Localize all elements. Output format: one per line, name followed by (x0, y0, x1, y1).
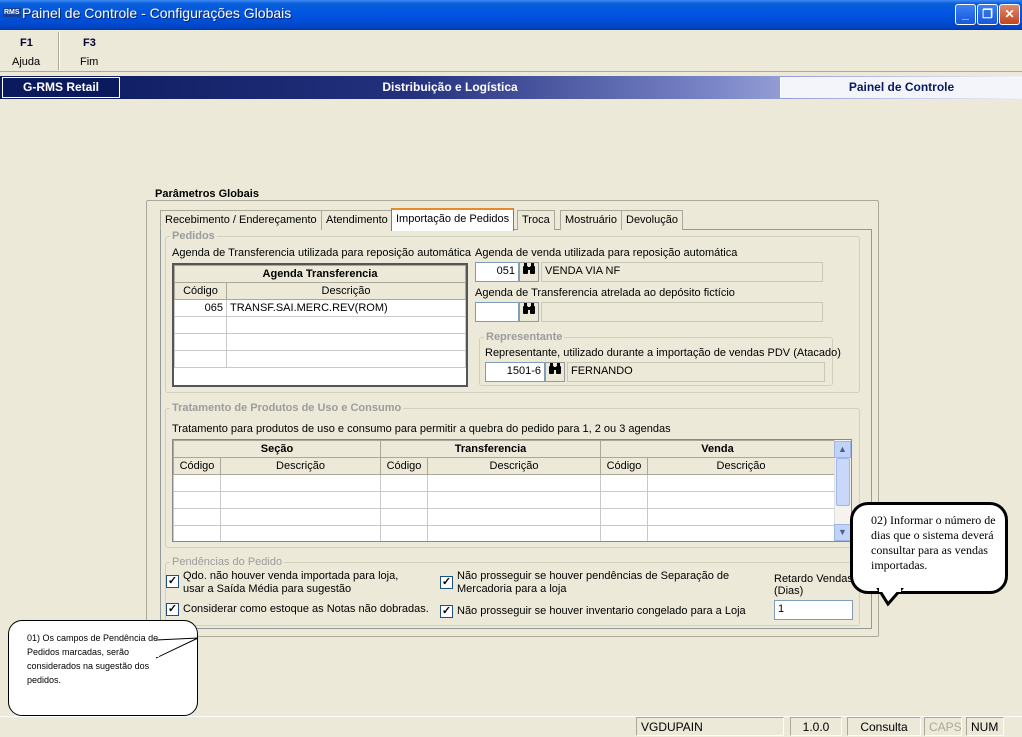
col-venda-codigo: Código (600, 457, 648, 475)
exit-button[interactable]: F3 Fim (64, 33, 116, 70)
screen-name: Painel de Controle (780, 77, 1022, 98)
col-secao-descricao: Descrição (220, 457, 381, 475)
representante-label: Representante, utilizado durante a impor… (485, 347, 841, 359)
pendencias-group-title: Pendências do Pedido (170, 556, 285, 568)
chk-notas-label: Considerar como estoque as Notas não dob… (183, 603, 429, 615)
pedidos-group-title: Pedidos (170, 230, 217, 242)
ficticio-codigo-input[interactable] (475, 302, 519, 322)
table-row[interactable]: 065 TRANSF.SAI.MERC.REV(ROM) (174, 299, 466, 317)
tratamento-group-title: Tratamento de Produtos de Uso e Consumo (170, 402, 404, 414)
callout-retardo-text: 02) Informar o número de dias que o sist… (871, 513, 996, 572)
binoculars-icon (522, 303, 536, 318)
group-secao: Seção (173, 440, 381, 458)
help-label: Ajuda (12, 56, 41, 68)
module-name: Distribuição e Logística (382, 80, 518, 94)
venda-agenda-label: Agenda de venda utilizada para reposição… (475, 247, 738, 259)
table-row[interactable] (174, 333, 466, 351)
binoculars-icon (548, 363, 562, 378)
status-user: VGDUPAIN (636, 717, 784, 736)
scroll-thumb[interactable] (836, 458, 850, 506)
col-transf-codigo: Código (380, 457, 428, 475)
tab-mostruario[interactable]: Mostruário (560, 210, 622, 230)
representante-group-title: Representante (484, 331, 565, 343)
tab-atendimento[interactable]: Atendimento (321, 210, 393, 230)
status-num: NUM (966, 717, 1004, 736)
col-transf-descricao: Descrição (427, 457, 601, 475)
status-version: 1.0.0 (790, 717, 842, 736)
window-title: Painel de Controle - Configurações Globa… (22, 5, 292, 21)
transfer-agenda-label: Agenda de Transferencia utilizada para r… (172, 247, 472, 259)
scroll-down-icon[interactable]: ▼ (834, 524, 851, 541)
close-button[interactable]: ✕ (999, 4, 1020, 25)
tratamento-grid[interactable]: Seção Transferencia Venda Código Descriç… (172, 439, 852, 542)
exit-key: F3 (83, 37, 96, 49)
group-venda: Venda (600, 440, 835, 458)
callout-pendencias: 01) Os campos de Pendência de Pedidos ma… (8, 620, 198, 716)
chk-separacao-label: Não prosseguir se houver pendências de S… (457, 570, 730, 595)
representante-codigo-input[interactable]: 1501-6 (485, 362, 545, 382)
scroll-up-icon[interactable]: ▲ (834, 441, 851, 458)
table-row[interactable] (173, 474, 835, 492)
global-params-title: Parâmetros Globais (153, 188, 261, 200)
representante-nome-field: FERNANDO (567, 362, 825, 382)
col-secao-codigo: Código (173, 457, 221, 475)
ficticio-descricao-field (541, 302, 823, 322)
group-transferencia: Transferencia (380, 440, 601, 458)
tab-importacao-pedidos[interactable]: Importação de Pedidos (391, 208, 515, 231)
chk-saida-media-label: Qdo. não houver venda importada para loj… (183, 570, 399, 595)
minimize-button[interactable]: _ (955, 4, 976, 25)
product-name: G-RMS Retail (2, 77, 120, 98)
venda-search-button[interactable] (519, 262, 539, 282)
table-row[interactable] (174, 316, 466, 334)
venda-codigo-input[interactable]: 051 (475, 262, 519, 282)
table-row[interactable] (174, 350, 466, 368)
table-row[interactable] (173, 508, 835, 526)
retardo-label: Retardo Vendas (Dias) (774, 573, 853, 597)
callout-pendencias-pointer (156, 637, 199, 659)
callout-pendencias-text: 01) Os campos de Pendência de Pedidos ma… (27, 633, 159, 685)
status-caps: CAPS (924, 717, 962, 736)
col-codigo: Código (174, 282, 227, 300)
callout-retardo: 02) Informar o número de dias que o sist… (850, 502, 1008, 594)
ficticio-search-button[interactable] (519, 302, 539, 322)
chk-separacao[interactable]: ✓ (440, 576, 453, 589)
tab-troca[interactable]: Troca (517, 210, 555, 230)
table-row[interactable] (173, 525, 835, 541)
tab-devolucao[interactable]: Devolução (621, 210, 683, 230)
app-logo-icon: RMS (3, 8, 21, 17)
help-key: F1 (20, 37, 33, 49)
cell-codigo: 065 (174, 299, 227, 317)
tab-recebimento[interactable]: Recebimento / Endereçamento (160, 210, 322, 230)
chk-inventario[interactable]: ✓ (440, 605, 453, 618)
toolbar-separator (58, 32, 60, 70)
transfer-agenda-grid[interactable]: Agenda Transferencia Código Descrição 06… (172, 263, 468, 387)
transfer-grid-title: Agenda Transferencia (174, 265, 466, 283)
tratamento-label: Tratamento para produtos de uso e consum… (172, 423, 671, 435)
col-descricao: Descrição (226, 282, 466, 300)
toolbar (0, 30, 1022, 72)
chk-saida-media[interactable]: ✓ (166, 575, 179, 588)
help-button[interactable]: F1 Ajuda (2, 33, 54, 70)
representante-search-button[interactable] (545, 362, 565, 382)
col-venda-descricao: Descrição (647, 457, 835, 475)
cell-descricao: TRANSF.SAI.MERC.REV(ROM) (226, 299, 466, 317)
venda-descricao-field: VENDA VIA NF (541, 262, 823, 282)
chk-inventario-label: Não prosseguir se houver inventario cong… (457, 605, 746, 617)
restore-button[interactable]: ❐ (977, 4, 998, 25)
callout-retardo-pointer (876, 588, 904, 607)
binoculars-icon (522, 263, 536, 278)
chk-notas[interactable]: ✓ (166, 603, 179, 616)
table-row[interactable] (173, 491, 835, 509)
ficticio-agenda-label: Agenda de Transferencia atrelada ao depó… (475, 287, 735, 299)
exit-label: Fim (80, 56, 99, 68)
status-mode: Consulta (847, 717, 921, 736)
retardo-input[interactable]: 1 (774, 600, 853, 620)
